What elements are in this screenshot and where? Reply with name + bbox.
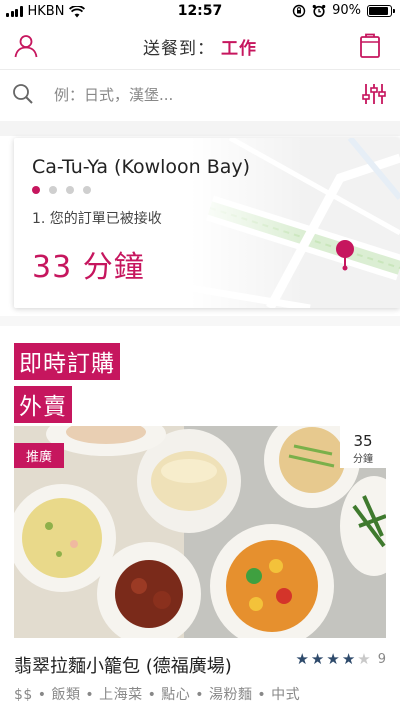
promo-line-2: 外賣 [14,386,72,423]
section-spacer-2 [0,316,400,326]
order-progress-dots [32,186,91,194]
star-icon: ★ [341,650,356,668]
restaurant-tags: $$ • 飯類 • 上海菜 • 點心 • 湯粉麵 • 中式 [14,687,301,703]
promo-line-1: 即時訂購 [14,343,120,380]
order-restaurant-name: Ca-Tu-Ya (Kowloon Bay) [32,156,251,178]
progress-dot [32,186,40,194]
restaurant-rating: ★ ★ ★ ★ ★ 9 [295,650,386,668]
order-eta: 33 分鐘 [32,250,145,285]
restaurant-card-image[interactable]: 推廣 35 分鐘 [14,426,386,638]
battery-percent: 90% [332,3,361,18]
delivery-time-unit: 分鐘 [353,454,373,465]
delivery-time-number: 35 [353,432,373,450]
promo-headline: 即時訂購 外賣 [14,343,120,429]
delivery-time-badge: 35 分鐘 [340,426,386,468]
star-icon: ★ [357,650,371,668]
filter-icon[interactable] [362,82,386,106]
progress-dot [83,186,91,194]
search-bar [0,70,400,120]
food-photo [14,426,386,638]
progress-dot [49,186,57,194]
order-status: 1. 您的訂單已被接收 [32,211,162,227]
restaurant-name[interactable]: 翡翠拉麵小籠包 (德福廣場) [14,652,232,678]
alarm-icon [312,4,326,17]
search-icon[interactable] [12,83,34,105]
header: 送餐到： 工作 [0,24,400,68]
star-icon: ★ [310,650,325,668]
delivery-location-value[interactable]: 工作 [221,39,257,59]
lock-rotation-icon [292,4,306,17]
delivery-location[interactable]: 送餐到： 工作 [0,34,400,59]
section-spacer [0,121,400,136]
status-right: 90% [292,3,395,18]
order-tracking-card[interactable]: Ca-Tu-Ya (Kowloon Bay) 1. 您的訂單已被接收 33 分鐘 [14,138,400,308]
bag-icon[interactable] [354,30,386,62]
star-icon: ★ [295,650,309,668]
deliver-to-label: 送餐到： [143,39,215,59]
battery-icon [367,4,395,17]
promoted-badge: 推廣 [14,443,65,468]
rating-count: 9 [377,651,386,667]
search-input[interactable] [54,82,334,108]
status-bar: HKBN 12:57 90% [0,0,400,24]
progress-dot [66,186,74,194]
star-icon: ★ [326,650,340,668]
